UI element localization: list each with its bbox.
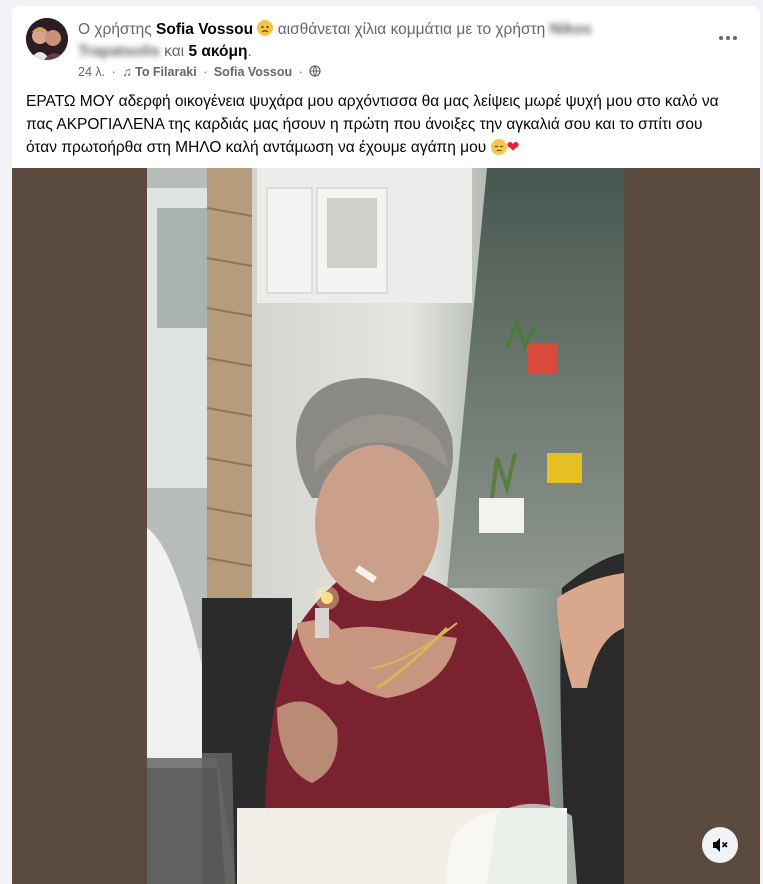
song-artist-link[interactable]: Sofia Vossou [214,65,292,79]
feeling-emoji-icon [257,20,274,36]
post-header: Ο χρήστης Sofia Vossou αισθάνεται χίλια … [12,6,760,90]
sad-face-emoji-icon [490,139,507,155]
post-meta: 24 λ. · ♫ To Filaraki · Sofia Vossou · [78,64,321,80]
post-body: ΕΡΑΤΩ ΜΟΥ αδερφή οικογένεια ψυχάρα μου α… [26,93,719,156]
post-text: ΕΡΑΤΩ ΜΟΥ αδερφή οικογένεια ψυχάρα μου α… [26,90,726,159]
others-link[interactable]: 5 ακόμη [188,43,247,60]
author-name-link[interactable]: Sofia Vossou [156,21,253,38]
speaker-muted-icon[interactable] [702,827,738,863]
post-card: Ο χρήστης Sofia Vossou αισθάνεται χίλια … [12,6,760,884]
header-prefix: Ο χρήστης [78,21,152,38]
tagged-user-link-surname[interactable]: Trapatsolis [78,41,160,63]
red-heart-emoji-icon: ❤ [506,139,520,156]
feeling-text: αισθάνεται χίλια κομμάτια με το χρήστη [277,21,546,38]
post-header-line: Ο χρήστης Sofia Vossou αισθάνεται χίλια … [78,19,698,63]
globe-icon[interactable] [309,65,321,79]
post-video[interactable] [12,168,760,884]
author-avatar[interactable] [26,18,68,60]
and-text: και [164,43,185,60]
tagged-user-link[interactable]: Nikos [550,19,592,41]
period: . [247,43,252,60]
more-options-icon[interactable] [714,28,742,48]
music-note-icon: ♫ [122,65,132,79]
video-frame [147,168,624,884]
song-title-link[interactable]: To Filaraki [135,65,197,79]
post-time-link[interactable]: 24 λ. [78,65,105,79]
